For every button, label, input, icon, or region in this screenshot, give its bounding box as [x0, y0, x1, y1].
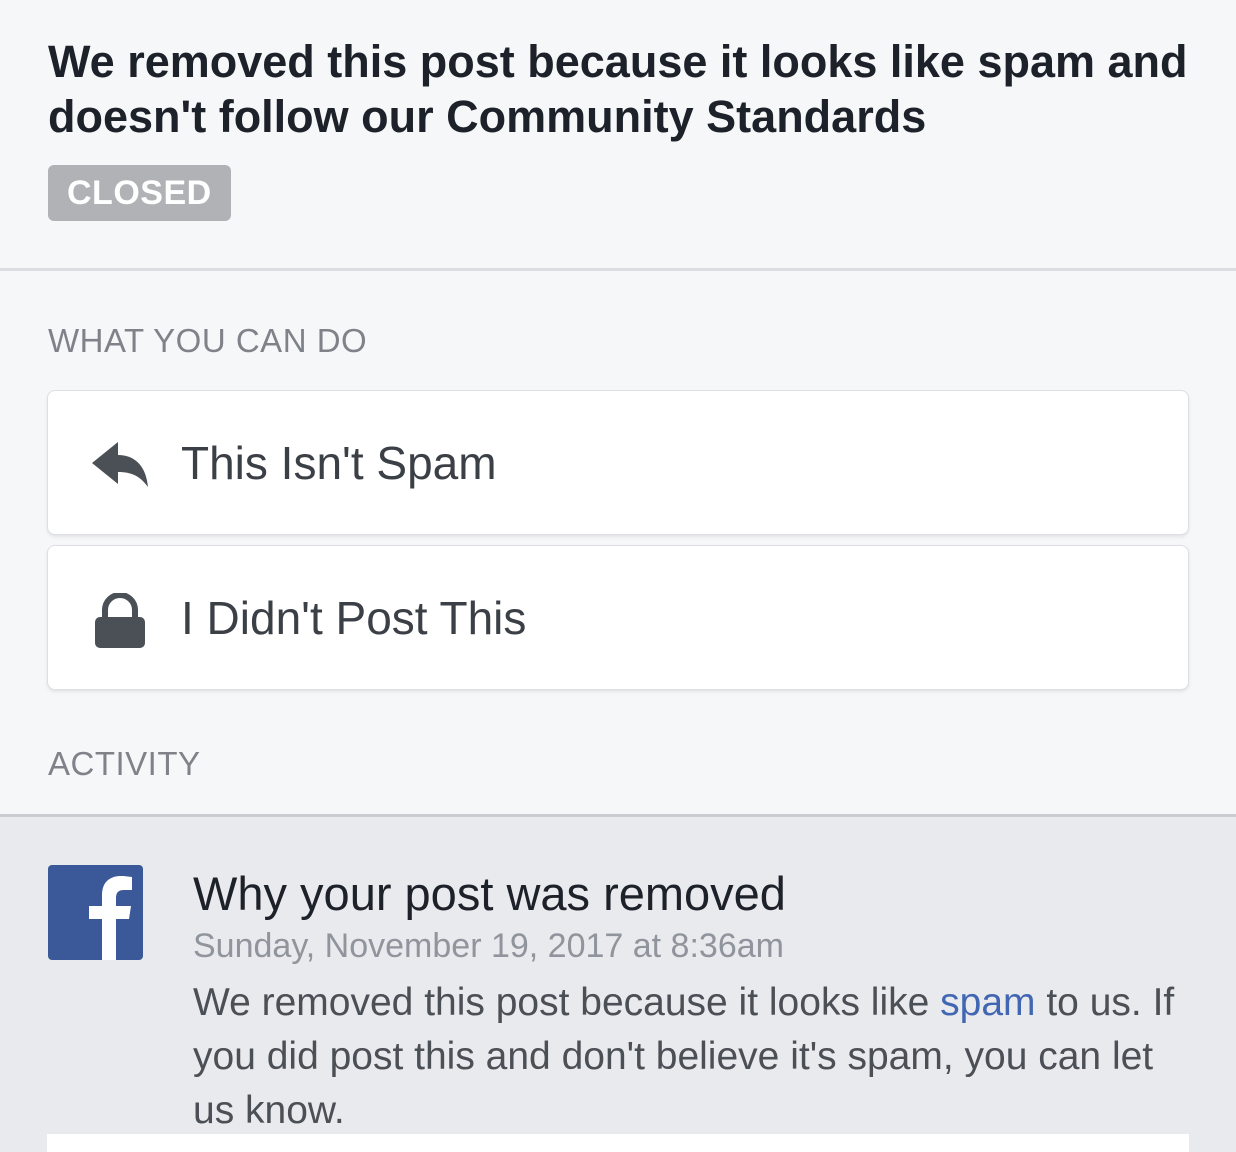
page-title: We removed this post because it looks li…: [48, 36, 1188, 142]
facebook-logo-icon: [48, 865, 143, 960]
section-label-activity: ACTIVITY: [48, 745, 201, 782]
body-text: We removed this post because it looks li…: [193, 981, 941, 1024]
header: We removed this post because it looks li…: [0, 0, 1236, 268]
next-card-edge: [47, 1134, 1189, 1152]
reply-arrow-icon: [90, 438, 150, 494]
this-isnt-spam-button[interactable]: This Isn't Spam: [47, 390, 1189, 535]
lock-icon: [90, 592, 150, 649]
action-label: I Didn't Post This: [181, 592, 527, 644]
activity-timestamp: Sunday, November 19, 2017 at 8:36am: [193, 927, 784, 965]
divider: [0, 814, 1236, 817]
spam-link[interactable]: spam: [940, 981, 1035, 1024]
status-badge: CLOSED: [48, 165, 231, 221]
page: We removed this post because it looks li…: [0, 0, 1236, 1152]
activity-title: Why your post was removed: [193, 867, 786, 920]
activity-body: We removed this post because it looks li…: [193, 976, 1193, 1138]
section-label-what-you-can-do: WHAT YOU CAN DO: [48, 322, 368, 359]
divider: [0, 268, 1236, 271]
action-label: This Isn't Spam: [181, 437, 497, 489]
i-didnt-post-this-button[interactable]: I Didn't Post This: [47, 545, 1189, 690]
activity-panel: Why your post was removed Sunday, Novemb…: [0, 814, 1236, 1152]
